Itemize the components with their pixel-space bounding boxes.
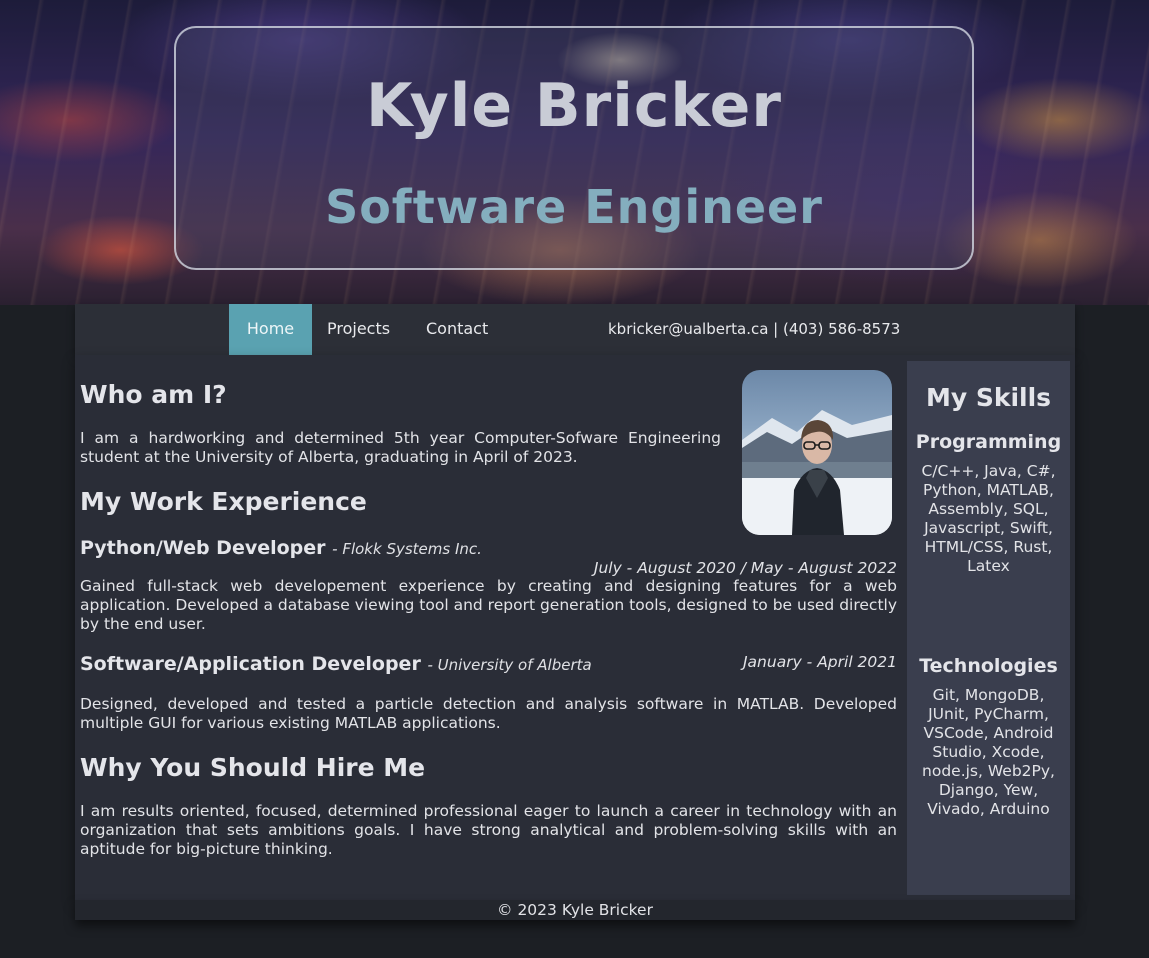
hero-banner: Kyle Bricker Software Engineer bbox=[0, 0, 1149, 305]
profile-photo-illustration bbox=[742, 410, 892, 535]
footer: © 2023 Kyle Bricker bbox=[75, 900, 1075, 920]
nav-projects[interactable]: Projects bbox=[327, 304, 390, 355]
contact-info: kbricker@ualberta.ca | (403) 586-8573 bbox=[608, 320, 901, 338]
nav-contact[interactable]: Contact bbox=[426, 304, 488, 355]
job-title-text: Software/Application Developer bbox=[80, 653, 421, 675]
job-description: Designed, developed and tested a particl… bbox=[80, 695, 897, 732]
navbar: Home Projects Contact kbricker@ualberta.… bbox=[75, 304, 1075, 355]
work-heading: My Work Experience bbox=[80, 487, 367, 516]
hero-card: Kyle Bricker Software Engineer bbox=[174, 26, 974, 270]
nav-home[interactable]: Home bbox=[229, 304, 312, 355]
job-title: Software/Application Developer - Univers… bbox=[80, 653, 592, 675]
job-dates: January - April 2021 bbox=[742, 653, 897, 671]
skills-heading: My Skills bbox=[925, 383, 1052, 412]
about-text: I am a hardworking and determined 5th ye… bbox=[80, 429, 721, 466]
technologies-heading: Technologies bbox=[919, 655, 1058, 677]
hire-text: I am results oriented, focused, determin… bbox=[80, 802, 897, 858]
skills-sidebar: My Skills Programming C/C++, Java, C#, P… bbox=[907, 361, 1070, 895]
technologies-list: Git, MongoDB, JUnit, PyCharm, VSCode, An… bbox=[922, 686, 1055, 818]
main-panel: Who am I? I am a hardworking and determi… bbox=[75, 355, 1075, 900]
about-heading: Who am I? bbox=[80, 380, 227, 409]
programming-list: C/C++, Java, C#, Python, MATLAB, Assembl… bbox=[921, 462, 1056, 575]
job-description: Gained full-stack web developement exper… bbox=[80, 577, 897, 633]
job-dates: July - August 2020 / May - August 2022 bbox=[593, 559, 897, 577]
job-title-text: Python/Web Developer bbox=[80, 537, 326, 559]
job-org: - University of Alberta bbox=[427, 656, 592, 674]
job-org: - Flokk Systems Inc. bbox=[332, 540, 482, 558]
hero-title: Software Engineer bbox=[325, 180, 823, 234]
profile-photo bbox=[742, 370, 892, 535]
hire-heading: Why You Should Hire Me bbox=[80, 753, 426, 782]
programming-heading: Programming bbox=[915, 431, 1062, 453]
hero-name: Kyle Bricker bbox=[366, 71, 782, 141]
job-title: Python/Web Developer - Flokk Systems Inc… bbox=[80, 537, 482, 559]
